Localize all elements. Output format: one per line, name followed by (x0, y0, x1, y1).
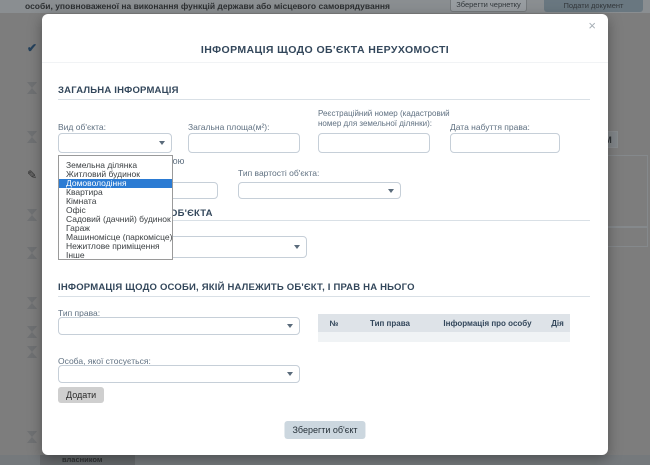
table-header-action: Дія (545, 319, 570, 328)
dropdown-option[interactable]: Інше (59, 251, 172, 260)
cost-type-select[interactable] (238, 182, 401, 199)
registration-number-input[interactable] (318, 133, 430, 153)
save-draft-label: Зберегти чернетку (456, 0, 521, 9)
right-type-select[interactable] (58, 317, 300, 335)
acquisition-date-label: Дата набуття права: (450, 122, 530, 132)
screen: особи, уповноваженої на виконання функці… (0, 0, 650, 465)
hourglass-icon (25, 296, 39, 310)
cost-type-label: Тип вартості об'єкта: (238, 168, 319, 178)
table-header-person-info: Інформація про особу (430, 319, 545, 328)
hourglass-icon (25, 246, 39, 260)
add-button[interactable]: Додати (58, 387, 104, 403)
chevron-down-icon (287, 372, 293, 376)
background-panel (602, 155, 648, 227)
registration-number-label: Реєстраційний номер (кадастровий номер д… (318, 109, 450, 129)
related-person-select[interactable] (58, 365, 300, 383)
object-type-select[interactable] (58, 133, 172, 153)
hourglass-icon (25, 81, 39, 95)
object-type-dropdown-list: Земельна ділянка Житловий будинок Домово… (58, 155, 173, 260)
section-title-rights: ІНФОРМАЦІЯ ЩОДО ОСОБИ, ЯКІЙ НАЛЕЖИТЬ ОБ'… (58, 282, 415, 293)
save-object-button[interactable]: Зберегти об'єкт (284, 421, 365, 439)
rights-table-header: № Тип права Інформація про особу Дія (318, 314, 570, 332)
table-header-right-type: Тип права (350, 319, 430, 328)
hourglass-icon (25, 325, 39, 339)
check-icon: ✔ (25, 41, 39, 55)
background-cell-text: власником (62, 455, 102, 464)
hourglass-icon (25, 345, 39, 359)
submit-document-label: Подати документ (564, 1, 624, 10)
chevron-down-icon (388, 189, 394, 193)
section-divider (58, 296, 590, 297)
modal-title: ІНФОРМАЦІЯ ЩОДО ОБ'ЄКТА НЕРУХОМОСТІ (42, 44, 608, 56)
object-type-label: Вид об'єкта: (58, 122, 106, 132)
acquisition-date-input[interactable] (450, 133, 560, 153)
background-panel (602, 227, 648, 247)
hourglass-icon (25, 208, 39, 222)
modal-header-divider (42, 62, 608, 63)
pencil-icon: ✎ (25, 168, 39, 182)
background-header-text: особи, уповноваженої на виконання функці… (25, 1, 390, 11)
total-area-label: Загальна площа(м²): (188, 122, 269, 132)
hourglass-icon (25, 430, 39, 444)
section-divider (58, 99, 590, 100)
total-area-input[interactable] (188, 133, 300, 153)
chevron-down-icon (159, 141, 165, 145)
save-draft-button[interactable]: Зберегти чернетку (450, 0, 527, 12)
section-title-general: ЗАГАЛЬНА ІНФОРМАЦІЯ (58, 85, 179, 96)
chevron-down-icon (287, 324, 293, 328)
table-empty-row (318, 332, 570, 342)
rights-table: № Тип права Інформація про особу Дія (318, 314, 570, 342)
hourglass-icon (25, 130, 39, 144)
submit-document-button[interactable]: Подати документ (544, 0, 643, 12)
close-icon[interactable]: × (588, 18, 596, 33)
property-info-modal: × ІНФОРМАЦІЯ ЩОДО ОБ'ЄКТА НЕРУХОМОСТІ ЗА… (42, 14, 608, 455)
table-header-number: № (318, 319, 350, 328)
chevron-down-icon (294, 245, 300, 249)
